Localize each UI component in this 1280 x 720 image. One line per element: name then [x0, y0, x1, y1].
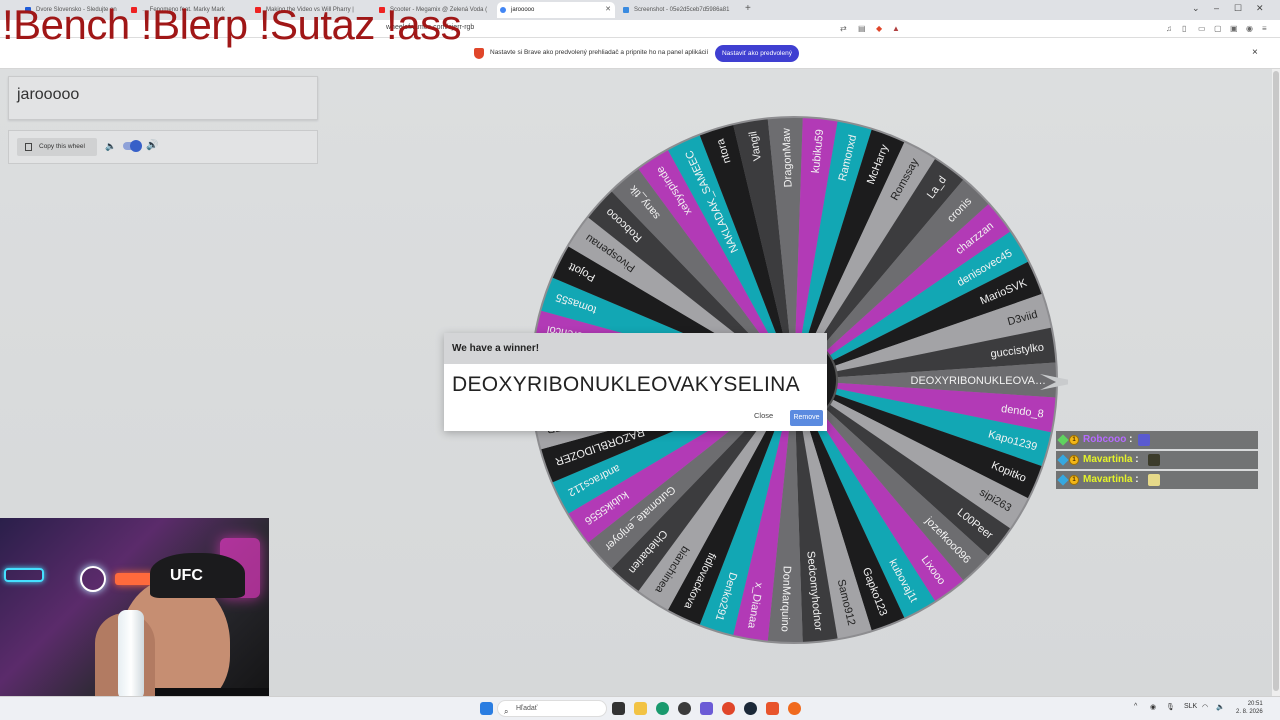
taskbar-clock[interactable]: 20:51 2. 8. 2026 [1236, 700, 1263, 716]
remove-button[interactable]: Remove [790, 410, 823, 426]
infobar-message: Nastavte si Brave ako predvolený prehlia… [490, 49, 709, 56]
chat-message: 1 Mavartinla : [1056, 471, 1258, 489]
wheel-title-card[interactable]: jarooooo [8, 76, 318, 120]
emote-icon [1148, 474, 1160, 486]
window-close-icon[interactable]: ✕ [1256, 3, 1264, 14]
wifi-icon[interactable]: ◠ [1202, 703, 1208, 711]
dialog-title: We have a winner! [452, 343, 540, 354]
network-icon[interactable]: ◉ [1150, 703, 1156, 711]
tab-close-icon[interactable]: ✕ [605, 2, 611, 18]
mute-icon[interactable]: 🔈 [105, 141, 116, 152]
wheel-entry-label: DonMarquino [779, 566, 793, 632]
obs-icon[interactable] [678, 702, 691, 715]
level-badge-icon: 1 [1069, 435, 1079, 445]
steam-icon[interactable] [744, 702, 757, 715]
translate-icon[interactable]: ⇄ [840, 24, 847, 33]
infobar-close-icon[interactable]: × [1252, 47, 1258, 58]
minimize-icon[interactable]: – [1214, 3, 1219, 13]
menu-icon[interactable]: ≡ [1262, 24, 1267, 33]
chat-message: 1 Robcooo : [1056, 431, 1258, 449]
speaker-icon[interactable]: 🔈 [1216, 703, 1225, 711]
sub-badge-icon [1057, 454, 1069, 466]
sidebar-icon[interactable]: ▯ [1182, 24, 1186, 33]
edge-icon[interactable] [656, 702, 669, 715]
cap-icon: UFC [150, 553, 245, 598]
dialog-header: We have a winner! [444, 333, 827, 364]
screenshot-favicon [623, 7, 629, 13]
task-view-icon[interactable] [612, 702, 625, 715]
wheel-favicon [500, 7, 506, 13]
new-tab-button[interactable]: + [745, 3, 751, 14]
vpn-icon[interactable]: ◉ [1246, 24, 1253, 33]
language-indicator[interactable]: SLK [1184, 703, 1197, 710]
taskbar-search[interactable]: ⌕ Hľadať [497, 700, 607, 717]
wallet-icon[interactable]: ▣ [1230, 24, 1238, 33]
firefox-alt-icon[interactable] [788, 702, 801, 715]
browser-tab-jarooooo[interactable]: jarooooo ✕ [497, 2, 615, 18]
media-icon[interactable]: ♫ [1166, 24, 1172, 33]
windows-start-icon[interactable] [480, 702, 493, 715]
level-badge-icon: 1 [1069, 475, 1079, 485]
windows-taskbar: ⌕ Hľadať ^ ◉ 🎙 SLK ◠ 🔈 20:51 2. 8. 2026 [0, 696, 1280, 720]
emote-icon [1138, 434, 1150, 446]
mic-icon[interactable]: 🎙 [1166, 703, 1175, 711]
sound-toggle[interactable] [123, 140, 142, 152]
brave-logo-icon [474, 48, 484, 59]
level-badge-icon: 1 [1069, 455, 1079, 465]
reader-icon[interactable]: ▤ [858, 24, 866, 33]
clock-time: 20:51 [1247, 701, 1263, 707]
page-scrollbar[interactable] [1272, 69, 1280, 696]
emote-icon [1148, 454, 1160, 466]
chat-username: Mavartinla : [1083, 474, 1139, 485]
discord-icon[interactable] [700, 702, 713, 715]
sub-badge-icon [1057, 474, 1069, 486]
bottle-icon [118, 610, 144, 700]
brave-shield-icon[interactable]: ◆ [876, 24, 882, 33]
neon-sign-icon [4, 568, 44, 582]
neon-sign-icon [115, 573, 155, 585]
streamer-webcam: UFC [0, 518, 269, 720]
brave-icon[interactable] [766, 702, 779, 715]
search-icon: ⌕ [504, 707, 509, 716]
chat-message: 1 Mavartinla : [1056, 451, 1258, 469]
stream-command-overlay: !Bench !Blerp !Sutaz !ass [2, 1, 462, 48]
wheel-toolbar: Copy this wheel 🔈 🔊 [8, 130, 318, 164]
brave-rewards-icon[interactable]: ▲ [892, 24, 900, 33]
tab-list-icon[interactable]: ⌄ [1192, 3, 1200, 14]
firefox-icon[interactable] [722, 702, 735, 715]
wheel-title: jarooooo [17, 86, 80, 103]
browser-tab-screenshot[interactable]: Screenshot - 05e2d5ceb7d5986a81 [620, 2, 740, 18]
chat-username: Robcooo : [1083, 434, 1133, 445]
extensions-icon[interactable]: ▢ [1214, 24, 1222, 33]
wheel-entry-label: DEOXYRIBONUKLEOVA… [911, 375, 1047, 387]
maximize-icon[interactable]: ☐ [1234, 3, 1242, 14]
file-explorer-icon[interactable] [634, 702, 647, 715]
winner-name: DEOXYRIBONUKLEOVAKYSELINA [452, 373, 800, 396]
live-neon-icon [80, 566, 106, 592]
copy-wheel-button[interactable]: Copy this wheel [17, 138, 97, 156]
scrollbar-thumb[interactable] [1273, 71, 1279, 691]
close-button[interactable]: Close [754, 411, 773, 420]
wheel-entry-label: DragonMaw [781, 128, 795, 188]
winner-dialog: We have a winner! DEOXYRIBONUKLEOVAKYSEL… [444, 333, 827, 431]
tray-chevron-icon[interactable]: ^ [1134, 703, 1137, 710]
sub-badge-icon [1057, 434, 1069, 446]
copy-icon [25, 143, 32, 151]
chat-username: Mavartinla : [1083, 454, 1139, 465]
clock-date: 2. 8. 2026 [1236, 709, 1263, 715]
bookmarks-icon[interactable]: ▭ [1198, 24, 1206, 33]
set-default-button[interactable]: Nastaviť ako predvolený [715, 45, 799, 62]
volume-icon[interactable]: 🔊 [146, 140, 158, 151]
